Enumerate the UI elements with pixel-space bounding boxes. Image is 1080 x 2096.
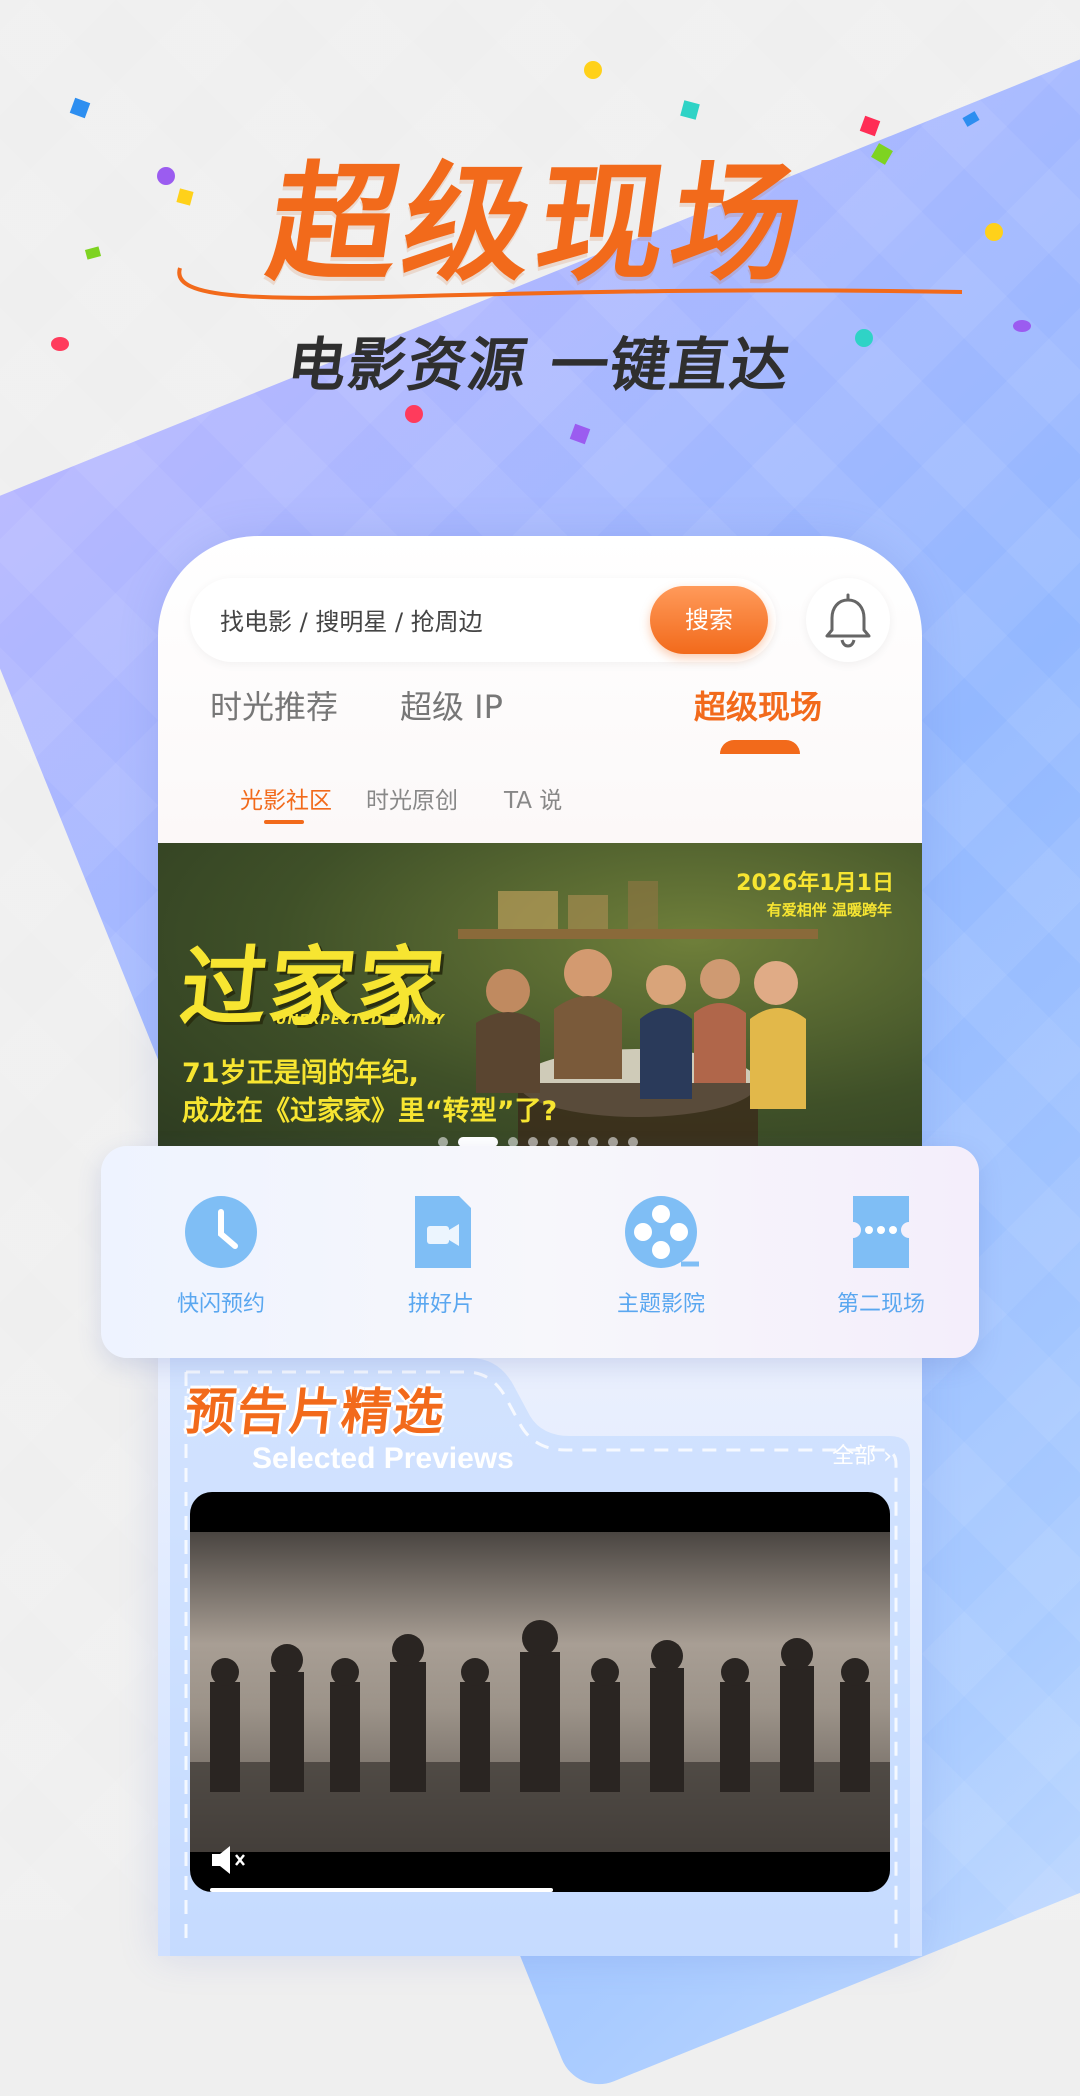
search-input[interactable]: 找电影 / 搜明星 / 抢周边 [220, 602, 483, 637]
video-thumbnail-image [190, 1620, 890, 1852]
video-progress-bar[interactable] [210, 1888, 553, 1892]
quick-action-second-venue[interactable]: 第二现场 [791, 1192, 971, 1318]
subtab-ta-says[interactable]: TA 说 [504, 781, 562, 815]
video-frame [190, 1532, 890, 1852]
banner-headline-line1: 71岁正是闯的年纪, [182, 1058, 419, 1089]
carousel-dot[interactable] [608, 1136, 618, 1147]
carousel-dot[interactable] [528, 1136, 538, 1147]
video-player[interactable] [190, 1492, 890, 1892]
quick-action-theme-cinema[interactable]: 主题影院 [571, 1192, 751, 1318]
previews-all-link[interactable]: 全部 › [832, 1438, 892, 1470]
previews-all-label: 全部 [832, 1444, 877, 1469]
quick-action-label: 快闪预约 [176, 1292, 265, 1317]
search-bar[interactable]: 找电影 / 搜明星 / 抢周边 搜索 [190, 578, 776, 662]
carousel-dot[interactable] [628, 1136, 638, 1147]
carousel-dot[interactable] [568, 1136, 578, 1147]
carousel-dot[interactable] [548, 1136, 558, 1147]
chevron-right-icon: › [883, 1444, 892, 1469]
carousel-dot[interactable] [508, 1136, 518, 1147]
carousel-indicator[interactable] [438, 1131, 648, 1147]
notification-button[interactable] [806, 578, 890, 662]
quick-action-label: 拼好片 [407, 1292, 474, 1317]
search-button[interactable]: 搜索 [650, 586, 768, 654]
quick-action-label: 第二现场 [836, 1292, 925, 1317]
carousel-dot[interactable] [588, 1136, 598, 1147]
banner-release-date: 2026年1月1日 [736, 871, 894, 896]
banner-headline-line2: 成龙在《过家家》里“转型”了? [182, 1096, 558, 1127]
banner-tagline: 有爱相伴 温暖跨年 [766, 901, 892, 919]
carousel-dot[interactable] [458, 1136, 498, 1147]
bell-icon [825, 593, 871, 648]
promo-subline: 电影资源 一键直达 [283, 331, 796, 399]
tab-recommend[interactable]: 时光推荐 [210, 682, 338, 728]
quick-action-label: 主题影院 [616, 1292, 705, 1317]
previews-subtitle: Selected Previews [252, 1442, 514, 1475]
carousel-dot[interactable] [438, 1136, 448, 1147]
mute-icon[interactable] [208, 1840, 252, 1880]
previews-section: 预告片精选 Selected Previews 全部 › [158, 1358, 922, 1956]
subtab-community[interactable]: 光影社区 [240, 781, 332, 815]
tab-super-ip[interactable]: 超级 IP [400, 682, 503, 728]
clock-icon [185, 1196, 257, 1268]
ticket-icon [853, 1196, 909, 1268]
previews-title: 预告片精选 [182, 1383, 449, 1441]
subtab-original[interactable]: 时光原创 [366, 781, 458, 815]
film-card-icon [415, 1196, 471, 1268]
quick-actions-card: 快闪预约 拼好片 主题影院 第二现场 [101, 1146, 979, 1358]
tab-active-indicator [720, 740, 800, 754]
subtab-active-indicator [264, 820, 304, 824]
film-reel-icon [625, 1196, 699, 1268]
tab-super-live[interactable]: 超级现场 [694, 682, 822, 728]
promo-headline: 超级现场 [259, 150, 817, 299]
banner-title-en: UNEXPECTED FAMILY [276, 1013, 446, 1028]
quick-action-flash-booking[interactable]: 快闪预约 [131, 1192, 311, 1318]
promo-banner[interactable]: 过家家 UNEXPECTED FAMILY 71岁正是闯的年纪, 成龙在《过家家… [158, 843, 922, 1163]
quick-action-group-film[interactable]: 拼好片 [351, 1192, 531, 1318]
